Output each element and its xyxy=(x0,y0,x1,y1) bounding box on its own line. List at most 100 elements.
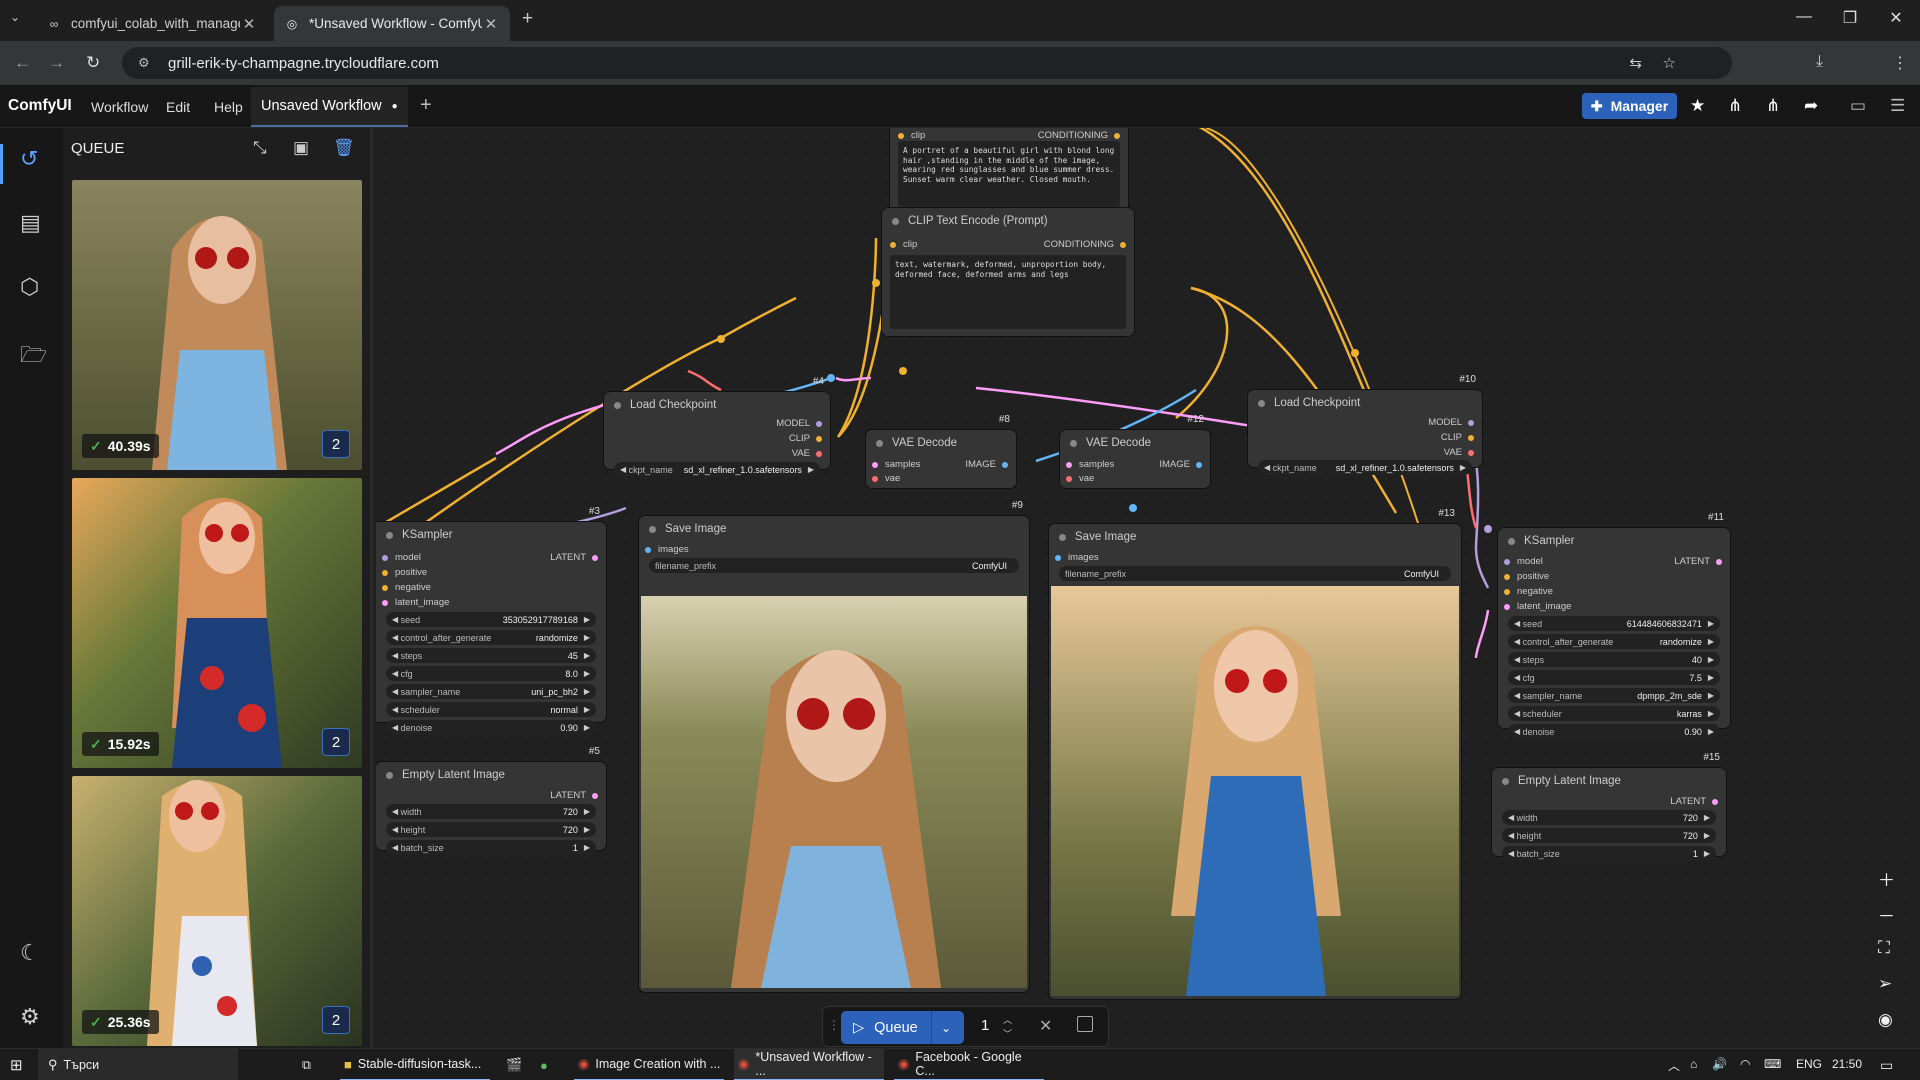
node-header[interactable]: Empty Latent Image xyxy=(376,762,606,788)
theme-moon-icon[interactable]: ☾ xyxy=(20,940,40,966)
taskbar-app-chrome-2[interactable]: ◉ *Unsaved Workflow - ... xyxy=(734,1049,884,1080)
slot-samples[interactable]: samples xyxy=(872,459,920,470)
slot-negative[interactable]: negative xyxy=(1504,586,1553,597)
widget-sampler-name[interactable]: ◀ sampler_name dpmpp_2m_sde ▶ xyxy=(1508,688,1720,703)
negative-prompt-textarea[interactable]: text, watermark, deformed, unproportion … xyxy=(890,255,1126,329)
slot-clip[interactable]: clip xyxy=(898,130,925,141)
slot-latent[interactable]: LATENT xyxy=(1674,556,1722,567)
share-icon-2[interactable]: ⋔ xyxy=(1766,96,1780,116)
slot-conditioning[interactable]: CONDITIONING xyxy=(1044,239,1126,250)
slot-latent[interactable]: LATENT xyxy=(550,790,598,801)
queue-item-count[interactable]: 2 xyxy=(322,430,350,458)
widget-height[interactable]: ◀ height 720 ▶ xyxy=(1502,828,1716,843)
queue-item-count[interactable]: 2 xyxy=(322,728,350,756)
slot-model[interactable]: model xyxy=(382,552,421,563)
tab-search-icon[interactable]: ⌄ xyxy=(10,10,20,24)
notifications-icon[interactable]: ▭ xyxy=(1880,1057,1893,1074)
node-clip-text-encode-positive[interactable]: clip CONDITIONING A portret of a beautif… xyxy=(890,128,1128,231)
taskbar-app-chrome-3[interactable]: ◉ Facebook - Google C... xyxy=(894,1049,1044,1080)
widget-scheduler[interactable]: ◀ scheduler karras ▶ xyxy=(1508,706,1720,721)
queue-item-count[interactable]: 2 xyxy=(322,1006,350,1034)
star-icon[interactable]: ★ xyxy=(1690,96,1705,116)
widget-height[interactable]: ◀ height 720 ▶ xyxy=(386,822,596,837)
ckpt-name-widget[interactable]: ◀ ckpt_name sd_xl_refiner_1.0.safetensors… xyxy=(614,462,820,477)
slot-model[interactable]: MODEL xyxy=(776,418,822,429)
queue-history-icon[interactable]: ↺ xyxy=(20,146,38,172)
gallery-icon[interactable]: ▣ xyxy=(293,138,309,158)
decrement-icon[interactable]: ﹀ xyxy=(1003,1027,1012,1040)
network-icon[interactable]: ⌂ xyxy=(1690,1057,1697,1071)
widget-sampler-name[interactable]: ◀ sampler_name uni_pc_bh2 ▶ xyxy=(386,684,596,699)
widget-seed[interactable]: ◀ seed 353052917789168 ▶ xyxy=(386,612,596,627)
widget-steps[interactable]: ◀ steps 40 ▶ xyxy=(1508,652,1720,667)
taskbar-app-clapper[interactable]: 🎬 xyxy=(506,1049,528,1080)
node-header[interactable]: VAE Decode xyxy=(1060,430,1210,456)
model-library-icon[interactable]: ⬡ xyxy=(20,274,39,300)
new-tab-icon[interactable]: + xyxy=(522,8,533,30)
node-header[interactable]: VAE Decode xyxy=(866,430,1016,456)
widget-control-after-generate[interactable]: ◀ control_after_generate randomize ▶ xyxy=(1508,634,1720,649)
workflow-tab[interactable]: Unsaved Workflow ● xyxy=(251,87,408,127)
node-vae-decode[interactable]: #12 VAE Decode samples vae IMAGE xyxy=(1060,414,1210,488)
slot-image[interactable]: IMAGE xyxy=(965,459,1008,470)
taskbar-search[interactable]: ⚲ Търси xyxy=(38,1049,238,1080)
node-empty-latent-image[interactable]: #15 Empty Latent Image LATENT ◀ width 720… xyxy=(1492,752,1726,861)
hamburger-menu-icon[interactable]: ☰ xyxy=(1890,96,1905,116)
share-icon-1[interactable]: ⋔ xyxy=(1728,96,1742,116)
slot-samples[interactable]: samples xyxy=(1066,459,1114,470)
widget-steps[interactable]: ◀ steps 45 ▶ xyxy=(386,648,596,663)
slot-images[interactable]: images xyxy=(645,544,689,555)
slot-latent-image[interactable]: latent_image xyxy=(1504,601,1571,612)
node-header[interactable]: Load Checkpoint xyxy=(604,392,830,418)
wifi-icon[interactable]: ◠ xyxy=(1740,1057,1750,1071)
widget-denoise[interactable]: ◀ denoise 0.90 ▶ xyxy=(1508,724,1720,739)
node-ksampler[interactable]: #11 KSampler model positive negative lat… xyxy=(1498,512,1730,739)
zoom-out-icon[interactable]: － xyxy=(1878,902,1895,927)
tray-chevron-icon[interactable]: ︿ xyxy=(1668,1057,1680,1074)
language-indicator[interactable]: ENG xyxy=(1796,1057,1822,1071)
node-header[interactable]: KSampler xyxy=(1498,528,1730,554)
node-header[interactable]: CLIP Text Encode (Prompt) xyxy=(882,208,1134,234)
ckpt-name-widget[interactable]: ◀ ckpt_name sd_xl_refiner_1.0.safetensors… xyxy=(1258,460,1472,475)
select-tool-icon[interactable]: ➢ xyxy=(1878,974,1892,994)
slot-clip[interactable]: CLIP xyxy=(789,433,822,444)
export-arrow-icon[interactable]: ➦ xyxy=(1804,96,1818,116)
slot-negative[interactable]: negative xyxy=(382,582,431,593)
download-icon[interactable]: ⤓ xyxy=(1816,53,1823,71)
drag-handle-icon[interactable]: ⋮ xyxy=(828,1018,840,1032)
slot-images[interactable]: images xyxy=(1055,552,1099,563)
queue-item[interactable]: ✓ 25.36s 2 xyxy=(72,776,362,1046)
browser-tab-colab[interactable]: ∞ comfyui_colab_with_manager.ip ✕ xyxy=(36,6,268,41)
minimize-icon[interactable]: — xyxy=(1784,8,1824,26)
slot-conditioning[interactable]: CONDITIONING xyxy=(1038,130,1120,141)
zoom-in-icon[interactable]: ＋ xyxy=(1878,866,1895,891)
node-header[interactable]: Empty Latent Image xyxy=(1492,768,1726,794)
queue-item[interactable]: ✓ 15.92s 2 xyxy=(72,478,362,768)
output-image[interactable] xyxy=(641,596,1027,988)
keyboard-icon[interactable]: ⌨ xyxy=(1764,1057,1781,1071)
slot-positive[interactable]: positive xyxy=(1504,571,1549,582)
node-load-checkpoint[interactable]: #10 Load Checkpoint MODEL CLIP VAE ◀ ckp… xyxy=(1248,374,1482,475)
widget-control-after-generate[interactable]: ◀ control_after_generate randomize ▶ xyxy=(386,630,596,645)
close-window-icon[interactable]: ✕ xyxy=(1876,8,1916,28)
windows-start-icon[interactable]: ⊞ xyxy=(10,1049,23,1080)
slot-model[interactable]: model xyxy=(1504,556,1543,567)
toggle-links-eye-icon[interactable]: ◉ xyxy=(1878,1010,1893,1030)
node-header[interactable]: Save Image xyxy=(639,516,1029,542)
browser-tab-comfyui[interactable]: ◎ *Unsaved Workflow - ComfyUI ✕ xyxy=(274,6,510,41)
batch-count-input[interactable]: 1 xyxy=(981,1017,989,1034)
widget-batch-size[interactable]: ◀ batch_size 1 ▶ xyxy=(1502,846,1716,861)
forward-icon[interactable]: → xyxy=(48,53,65,73)
close-icon[interactable]: ✕ xyxy=(482,15,500,33)
increment-icon[interactable]: ︿ xyxy=(1003,1013,1012,1026)
node-empty-latent-image[interactable]: #5 Empty Latent Image LATENT ◀ width 720 ▶… xyxy=(376,746,606,855)
slot-model[interactable]: MODEL xyxy=(1428,417,1474,428)
slot-vae[interactable]: VAE xyxy=(1444,447,1474,458)
clock[interactable]: 21:50 xyxy=(1832,1057,1862,1071)
widget-filename-prefix[interactable]: filename_prefix ComfyUI xyxy=(649,558,1019,573)
node-vae-decode[interactable]: #8 VAE Decode samples vae IMAGE xyxy=(866,414,1016,488)
widget-cfg[interactable]: ◀ cfg 7.5 ▶ xyxy=(1508,670,1720,685)
node-header[interactable]: KSampler xyxy=(376,522,606,548)
stop-icon[interactable] xyxy=(1077,1016,1093,1032)
node-ksampler[interactable]: #3 KSampler model positive negative late… xyxy=(376,506,606,735)
